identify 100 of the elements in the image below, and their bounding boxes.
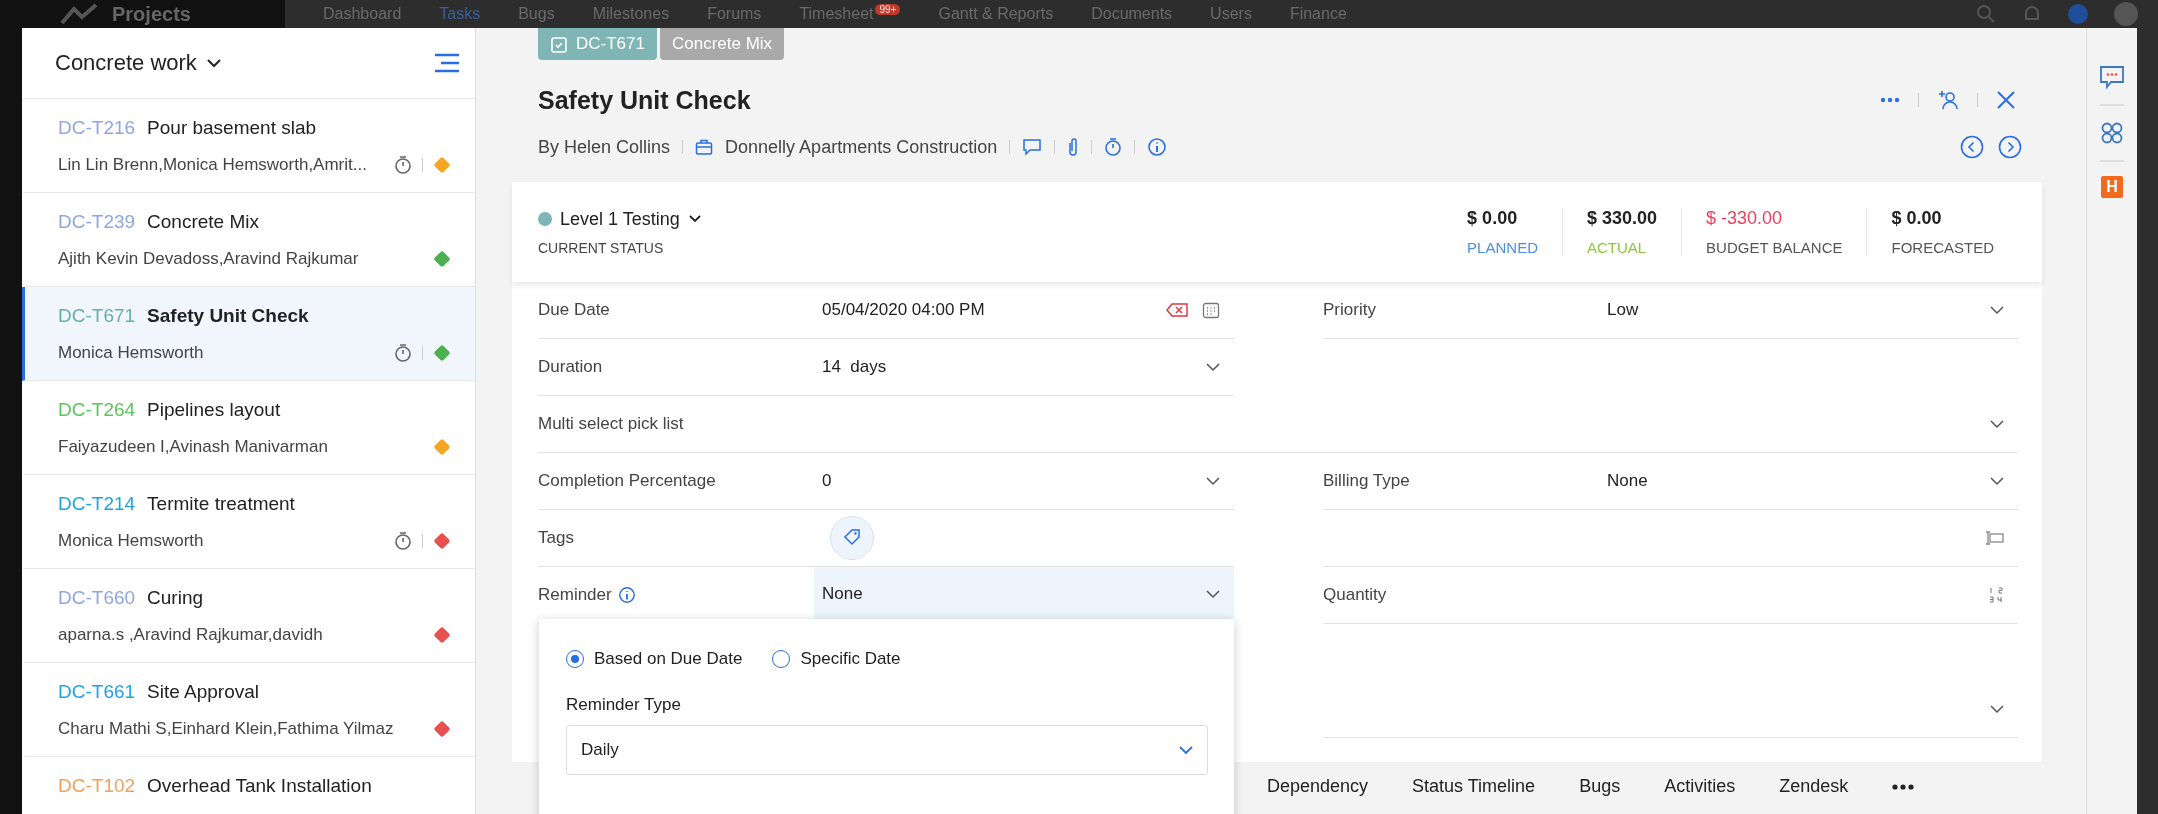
field-label: Quantity — [1323, 585, 1387, 605]
field-label: Duration — [538, 357, 603, 377]
assign-user-icon[interactable] — [1937, 89, 1959, 111]
chevron-down-icon — [1179, 745, 1193, 755]
task-list-item[interactable]: DC-T216 Pour basement slab Lin Lin Brenn,Monica Hemsworth,Amrit... — [22, 99, 475, 193]
dropdown-field[interactable]: 14 days — [822, 339, 1234, 395]
chevron-down-icon — [1990, 419, 2004, 429]
task-list-item[interactable]: DC-T214 Termite treatment Monica Hemsworth — [22, 475, 475, 569]
task-id: DC-T216 — [58, 117, 136, 139]
task-id: DC-T660 — [58, 587, 136, 609]
menu-icon[interactable] — [433, 53, 461, 73]
attachment-icon[interactable] — [1067, 137, 1080, 157]
field-label: Reminder — [538, 585, 612, 605]
task-owners: Charu Mathi S,Einhard Klein,Fathima Yilmaz — [58, 719, 395, 739]
task-id: DC-T239 — [58, 211, 136, 233]
chevron-down-icon — [1206, 476, 1220, 486]
amount-value: $ 330.00 — [1586, 208, 1658, 229]
field-label: Completion Percentage — [538, 471, 716, 491]
briefcase-icon — [695, 138, 714, 156]
task-list-item[interactable]: DC-T661 Site Approval Charu Mathi S,Einhard Klein,Fathima Yilmaz — [22, 663, 475, 757]
tag-icon — [842, 528, 862, 548]
number-icon — [1988, 586, 2004, 604]
task-owners: Monica Hemsworth — [58, 531, 205, 551]
logo-icon — [60, 3, 100, 25]
task-list-item[interactable]: DC-T264 Pipelines layout Faiyazudeen I,Avinash Manivarman — [22, 381, 475, 475]
tab[interactable]: Status Timeline — [1412, 776, 1536, 797]
amount-value: $ 0.00 — [1891, 208, 1943, 229]
text-field-icon — [1984, 530, 2004, 546]
nav-item[interactable]: Timesheet $^{99+}$ — [799, 4, 901, 24]
task-name: Site Approval — [147, 681, 260, 703]
chevron-down-icon — [1990, 476, 2004, 486]
more-icon[interactable] — [1892, 783, 1915, 790]
task-id: DC-T661 — [58, 681, 136, 703]
amount-label: FORECASTED — [1891, 239, 1994, 256]
field-label: Reminder Type — [566, 695, 682, 715]
task-id: DC-T102 — [58, 775, 136, 797]
task-id: DC-T671 — [58, 305, 136, 327]
task-name: Concrete Mix — [147, 211, 259, 233]
task-name: Overhead Tank Installation — [147, 775, 372, 797]
field-label: Billing Type — [1323, 471, 1410, 491]
comment-icon[interactable] — [1022, 138, 1043, 156]
calendar-icon[interactable] — [1202, 301, 1220, 319]
task-name: Curing — [147, 587, 204, 609]
chevron-down-icon — [1206, 589, 1220, 599]
task-title: Safety Unit Check — [538, 85, 751, 115]
info-icon[interactable] — [617, 586, 636, 604]
add-tag-button[interactable] — [830, 516, 874, 560]
dropdown-field[interactable]: None — [1607, 453, 2018, 509]
list-title-dropdown[interactable]: Concrete work — [55, 50, 221, 76]
task-list-item[interactable]: DC-T660 Curing aparna.s ,Aravind Rajkumar,davidh — [22, 569, 475, 663]
tab[interactable]: Bugs — [1579, 776, 1621, 797]
chat-icon[interactable] — [2099, 64, 2125, 90]
amount-label: BUDGET BALANCE — [1706, 239, 1843, 256]
radio-option[interactable]: Specific Date — [772, 649, 901, 669]
next-icon[interactable] — [1998, 135, 2022, 159]
amount-value: $ -330.00 — [1706, 208, 1784, 229]
task-owners: Lin Lin Brenn,Monica Hemsworth,Amrit... — [58, 155, 368, 175]
status-dropdown[interactable]: Level 1 Testing — [538, 208, 702, 230]
chevron-down-icon — [1990, 704, 2004, 714]
reminder-type-dropdown[interactable]: Daily — [566, 725, 1208, 775]
close-icon[interactable] — [1996, 90, 2016, 110]
task-owners: aparna.s ,Aravind Rajkumar,davidh — [58, 625, 324, 645]
timer-icon[interactable] — [1104, 137, 1123, 157]
chevron-down-icon — [1990, 305, 2004, 315]
field-label: Priority — [1323, 300, 1376, 320]
task-id: DC-T214 — [58, 493, 136, 515]
chevron-down-icon — [687, 214, 702, 224]
chevron-down-icon — [1206, 362, 1220, 372]
info-icon[interactable] — [1147, 137, 1168, 157]
task-list-item[interactable]: DC-T102 Overhead Tank Installation — [22, 757, 475, 814]
dropdown-field[interactable]: Low — [1607, 282, 2018, 338]
clear-icon[interactable] — [1166, 303, 1188, 317]
flower-icon[interactable] — [2099, 120, 2125, 146]
amount-value: $ 0.00 — [1467, 208, 1519, 229]
amount-label: PLANNED — [1467, 239, 1538, 256]
previous-icon[interactable] — [1960, 135, 1984, 159]
dropdown-field[interactable]: 0 — [822, 453, 1234, 509]
date-field[interactable]: 05/04/2020 04:00 PM — [822, 282, 1234, 338]
task-name: Pour basement slab — [147, 117, 317, 139]
task-name: Pipelines layout — [147, 399, 281, 421]
tab[interactable]: Zendesk — [1779, 776, 1849, 797]
field-label: Due Date — [538, 300, 610, 320]
task-name: Safety Unit Check — [147, 305, 309, 327]
clipboard-check-icon — [550, 35, 568, 53]
task-owners: Faiyazudeen I,Avinash Manivarman — [58, 437, 329, 457]
chevron-down-icon — [206, 58, 221, 68]
field-label: Tags — [538, 528, 574, 548]
project-link[interactable]: Donnelly Apartments Construction — [725, 136, 998, 158]
amount-label: ACTUAL — [1586, 239, 1648, 256]
radio-option[interactable]: Based on Due Date — [566, 649, 743, 669]
task-name: Termite treatment — [147, 493, 295, 515]
task-id-chip: DC-T671 — [538, 28, 657, 60]
task-author: By Helen Collins — [538, 136, 671, 158]
tab[interactable]: Dependency — [1267, 776, 1369, 797]
tab[interactable]: Activities — [1664, 776, 1736, 797]
task-owners: Monica Hemsworth — [58, 343, 205, 363]
task-owners: Ajith Kevin Devadoss,Aravind Rajkumar — [58, 249, 360, 269]
status-caption: CURRENT STATUS — [538, 239, 665, 256]
task-list-item[interactable]: DC-T671 Safety Unit Check Monica Hemsworth — [22, 287, 475, 381]
app-title: Projects — [112, 2, 191, 26]
